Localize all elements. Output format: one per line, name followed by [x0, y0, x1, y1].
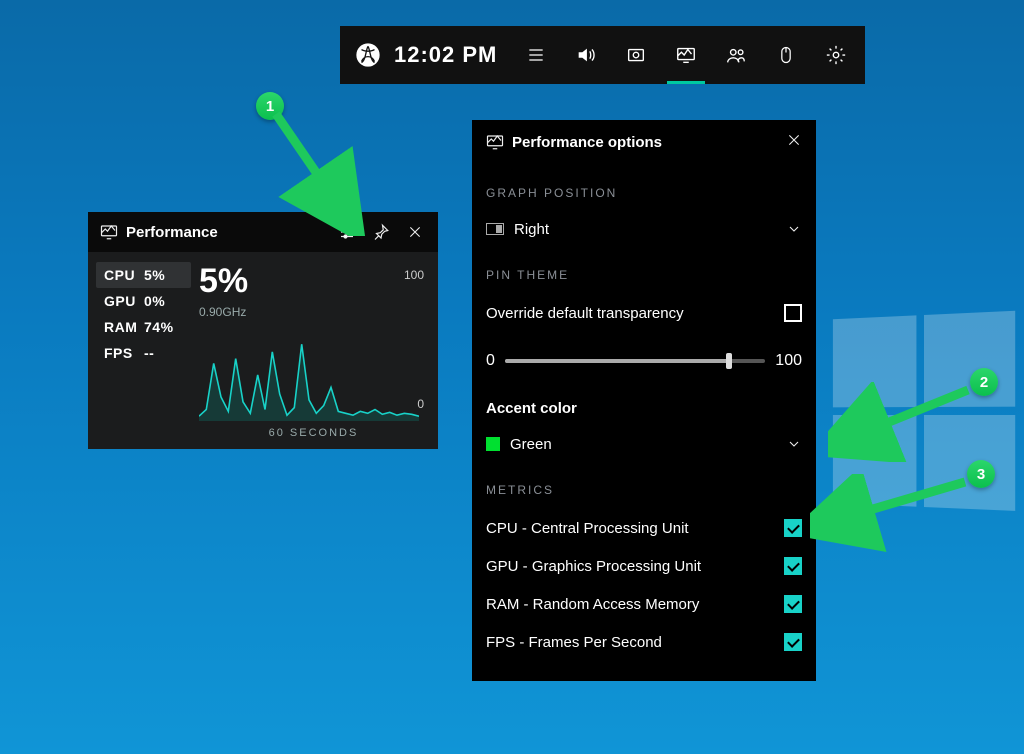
options-title: Performance options — [512, 134, 772, 151]
perf-close-button[interactable] — [398, 212, 432, 252]
accent-color-dropdown[interactable]: Green — [486, 427, 802, 461]
metric-row-cpu: CPU - Central Processing Unit — [486, 509, 802, 547]
override-transparency-label: Override default transparency — [486, 305, 784, 322]
xbox-icon — [355, 42, 381, 68]
override-transparency-checkbox[interactable] — [784, 304, 802, 322]
accent-swatch — [486, 437, 500, 451]
chevron-down-icon — [786, 436, 802, 452]
options-close-button[interactable] — [772, 132, 802, 153]
capture-icon — [625, 44, 647, 66]
performance-icon — [675, 44, 697, 66]
close-icon — [786, 132, 802, 148]
position-right-icon — [486, 223, 504, 235]
capture-button[interactable] — [611, 26, 661, 84]
perf-graph: 5% 0.90GHz 100 0 60 SECONDS — [191, 262, 428, 439]
graph-ymin: 0 — [417, 397, 424, 411]
perf-metric-fps[interactable]: FPS -- — [96, 340, 191, 366]
slider-min: 0 — [486, 352, 495, 370]
perf-titlebar: Performance — [88, 212, 438, 252]
transparency-slider[interactable] — [505, 359, 765, 363]
graph-position-dropdown[interactable]: Right — [486, 212, 802, 246]
monitor-icon — [100, 224, 118, 240]
annotation-1: 1 — [256, 92, 284, 120]
chevron-down-icon — [786, 221, 802, 237]
settings-button[interactable] — [811, 26, 861, 84]
metric-checkbox-ram[interactable] — [784, 595, 802, 613]
performance-options-panel: Performance options GRAPH POSITION Right… — [472, 120, 816, 681]
perf-sub-value: 0.90GHz — [199, 305, 428, 319]
audio-button[interactable] — [561, 26, 611, 84]
perf-metric-ram[interactable]: RAM 74% — [96, 314, 191, 340]
graph-position-header: GRAPH POSITION — [486, 186, 802, 200]
social-button[interactable] — [711, 26, 761, 84]
xbox-button[interactable] — [344, 26, 392, 84]
transparency-slider-row: 0 100 — [486, 346, 802, 376]
metric-row-ram: RAM - Random Access Memory — [486, 585, 802, 623]
metric-checkbox-fps[interactable] — [784, 633, 802, 651]
accent-color-header: Accent color — [486, 400, 802, 417]
close-icon — [407, 224, 423, 240]
metric-checkbox-cpu[interactable] — [784, 519, 802, 537]
metrics-header: METRICS — [486, 483, 802, 497]
mouse-icon — [776, 44, 796, 66]
slider-max: 100 — [775, 352, 802, 370]
graph-xlabel: 60 SECONDS — [199, 427, 428, 439]
game-bar: 12:02 PM — [340, 26, 865, 84]
pin-theme-header: PIN THEME — [486, 268, 802, 282]
clock: 12:02 PM — [392, 42, 511, 68]
cpu-sparkline — [199, 325, 419, 421]
gear-icon — [825, 44, 847, 66]
perf-metric-cpu[interactable]: CPU 5% — [96, 262, 191, 288]
perf-metric-list: CPU 5% GPU 0% RAM 74% FPS -- — [96, 262, 191, 439]
perf-metric-gpu[interactable]: GPU 0% — [96, 288, 191, 314]
graph-ymax: 100 — [404, 268, 424, 282]
perf-big-value: 5% — [199, 262, 428, 301]
metric-row-gpu: GPU - Graphics Processing Unit — [486, 547, 802, 585]
performance-button[interactable] — [661, 26, 711, 84]
performance-widget: Performance CPU 5% GPU 0% — [88, 212, 438, 449]
list-icon — [526, 45, 546, 65]
metric-row-fps: FPS - Frames Per Second — [486, 623, 802, 661]
people-icon — [725, 44, 747, 66]
metric-checkbox-gpu[interactable] — [784, 557, 802, 575]
volume-icon — [575, 44, 597, 66]
widgets-menu-button[interactable] — [511, 26, 561, 84]
monitor-icon — [486, 134, 504, 150]
mouse-button[interactable] — [761, 26, 811, 84]
